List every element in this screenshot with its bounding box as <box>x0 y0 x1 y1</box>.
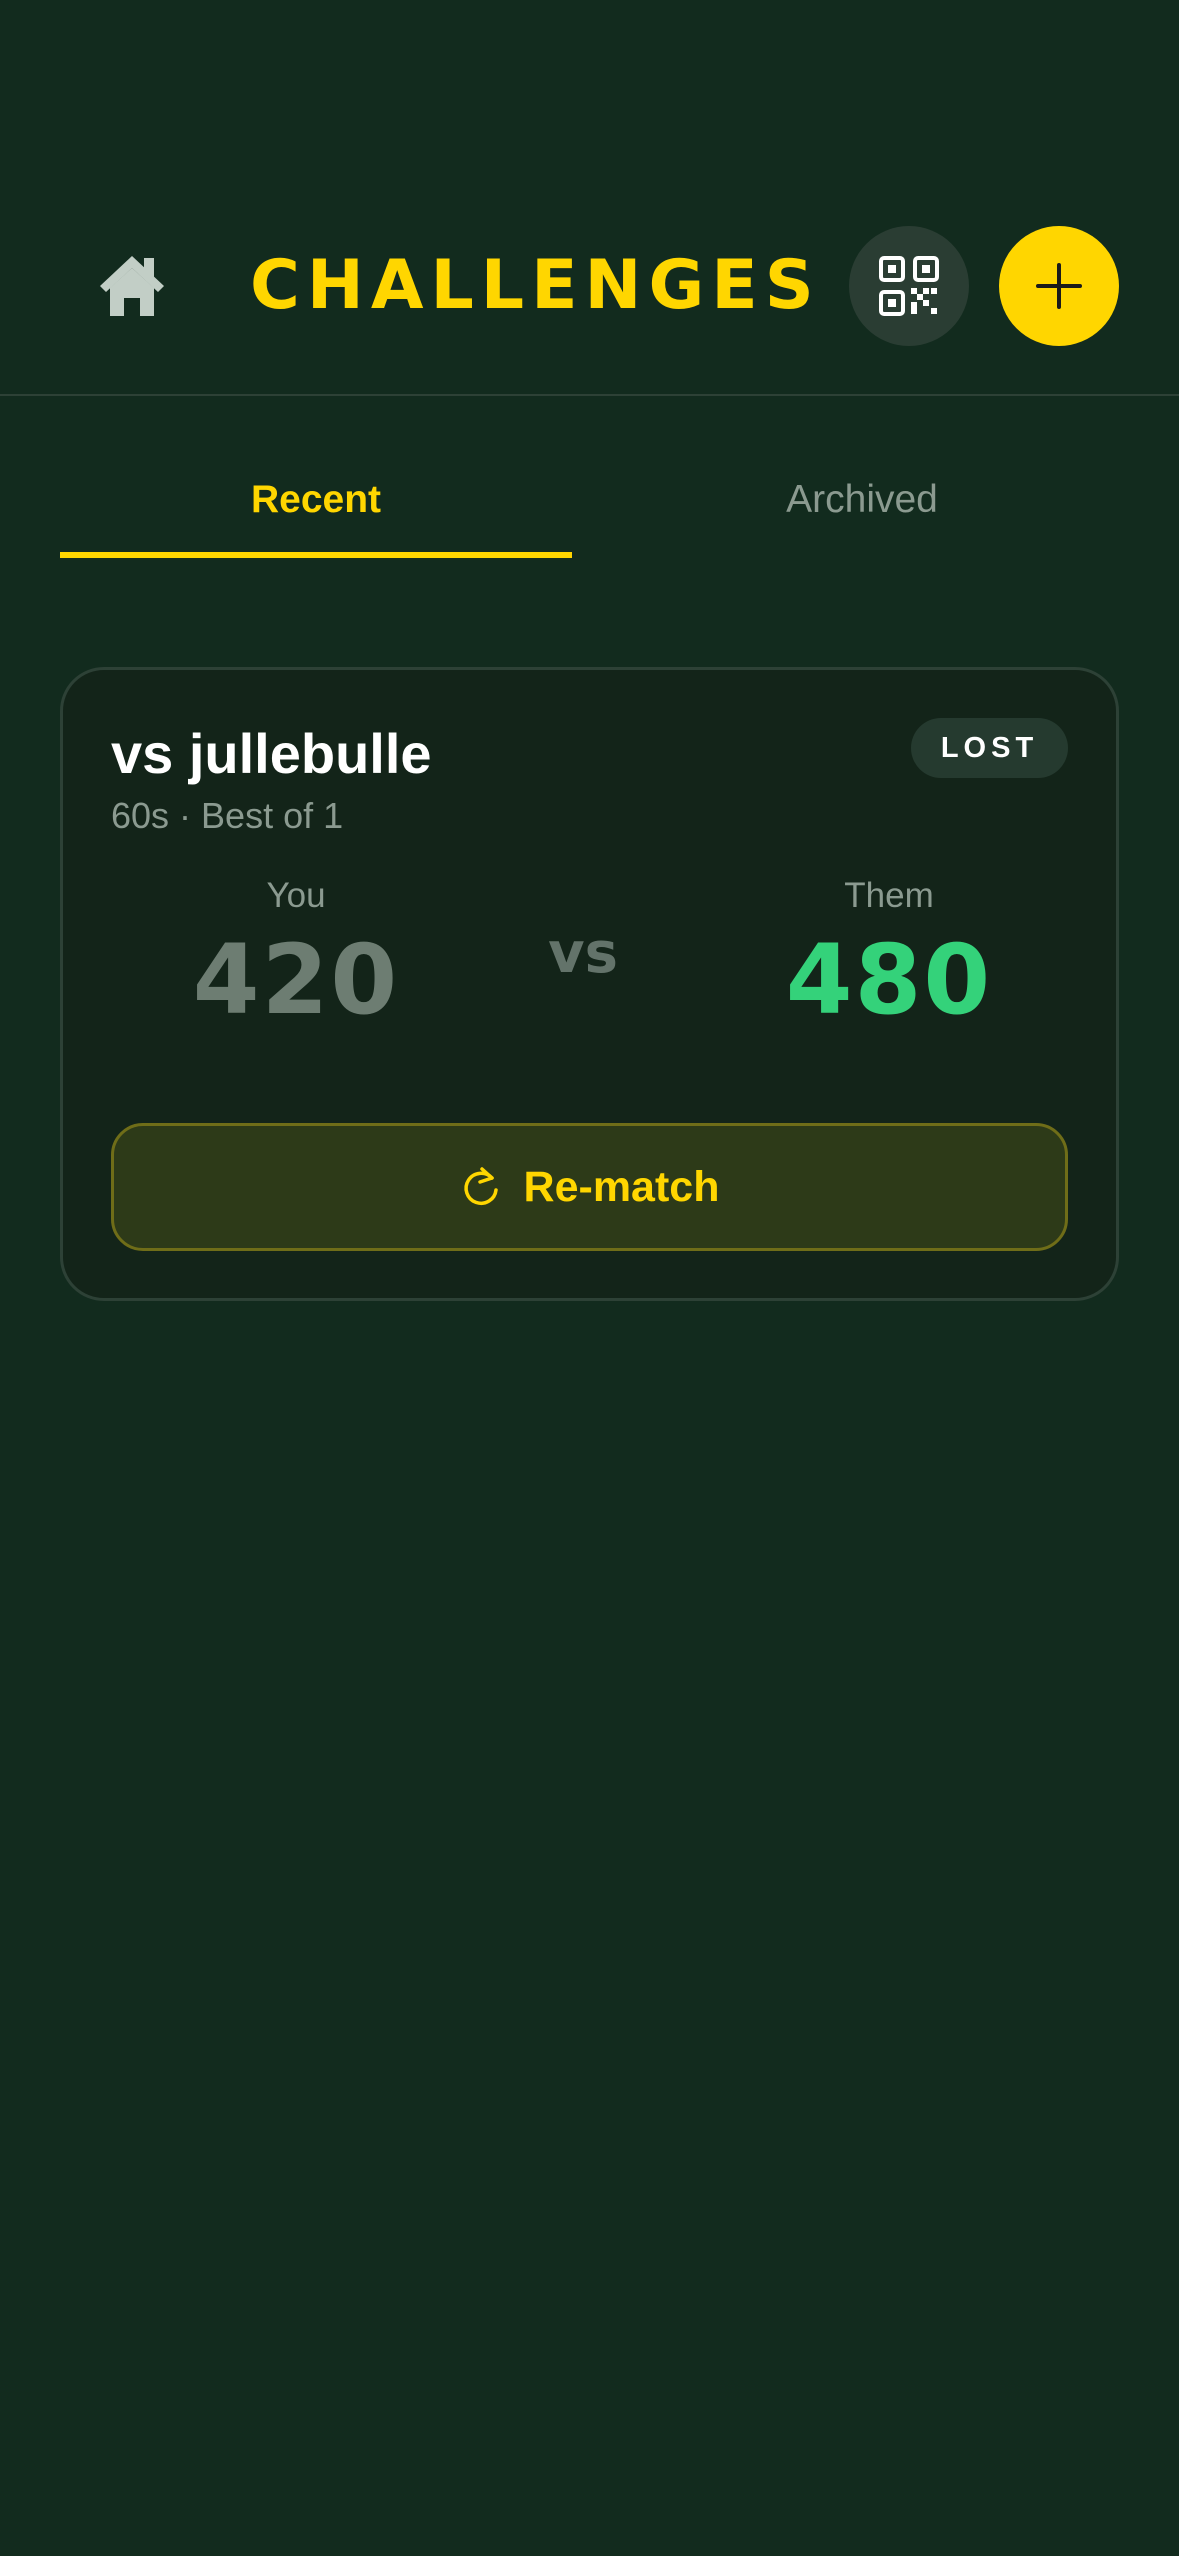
page-title: CHALLENGES <box>250 246 821 325</box>
their-score-label: Them <box>844 876 934 915</box>
header: CHALLENGES <box>0 0 1179 396</box>
your-score-value: 420 <box>192 924 400 1036</box>
their-score-value: 480 <box>785 924 993 1036</box>
qr-code-button[interactable] <box>849 226 969 346</box>
home-icon <box>100 256 164 316</box>
challenge-card[interactable]: vs jullebulle 60s · Best of 1 LOST You 4… <box>60 667 1119 1301</box>
tab-archived-label: Archived <box>786 478 938 521</box>
their-score-block: Them 480 <box>719 874 1059 1036</box>
vs-label: vs <box>548 921 618 986</box>
tab-archived[interactable]: Archived <box>606 462 1118 558</box>
your-score-block: You 420 <box>126 874 466 1036</box>
refresh-icon <box>463 1167 498 1206</box>
home-button[interactable] <box>92 248 172 324</box>
tab-recent-label: Recent <box>250 478 382 521</box>
your-score-label: You <box>266 876 326 915</box>
qr-code-icon <box>879 256 939 316</box>
plus-icon <box>1036 263 1082 309</box>
challenge-meta: 60s · Best of 1 <box>111 795 344 836</box>
tab-recent[interactable]: Recent <box>60 462 572 558</box>
status-badge: LOST <box>911 718 1068 778</box>
opponent-name: vs jullebulle <box>111 722 432 785</box>
rematch-label: Re-match <box>523 1162 720 1211</box>
add-challenge-button[interactable] <box>999 226 1119 346</box>
rematch-button[interactable]: Re-match <box>111 1123 1068 1251</box>
